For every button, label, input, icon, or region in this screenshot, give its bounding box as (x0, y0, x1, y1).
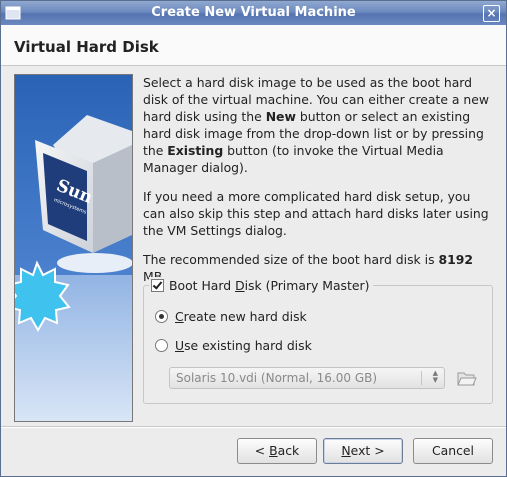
radio-selected-icon[interactable] (155, 310, 168, 323)
description-paragraph-1: Select a hard disk image to be used as t… (143, 75, 490, 175)
use-existing-disk-label: Use existing hard disk (175, 338, 312, 353)
back-button[interactable]: < Back (237, 438, 317, 464)
virtualbox-side-image: Sun microsystems (14, 74, 133, 422)
checkbox-checked-icon[interactable] (151, 278, 164, 292)
description-paragraph-2: If you need a more complicated hard disk… (143, 189, 489, 238)
window-title: Create New Virtual Machine (151, 5, 356, 20)
create-new-disk-label: Create new hard disk (175, 309, 307, 324)
page-title: Virtual Hard Disk (14, 38, 159, 56)
radio-unselected-icon[interactable] (155, 339, 168, 352)
use-existing-disk-radio[interactable]: Use existing hard disk (155, 338, 312, 353)
title-bar[interactable]: Create New Virtual Machine × (1, 1, 506, 25)
description-text: Select a hard disk image to be used as t… (143, 74, 495, 297)
boot-hard-disk-label: Boot Hard Disk (Primary Master) (169, 277, 370, 293)
combo-separator (421, 371, 422, 385)
button-separator (1, 426, 506, 428)
combo-updown-arrow-icon: ▲ ▼ (432, 369, 438, 384)
virtualbox-cube-logo-icon: Sun microsystems (15, 75, 132, 421)
create-new-disk-radio[interactable]: Create new hard disk (155, 309, 307, 324)
existing-disk-select[interactable]: Solaris 10.vdi (Normal, 16.00 GB) ▲ ▼ (169, 367, 445, 389)
cancel-button[interactable]: Cancel (413, 438, 493, 464)
existing-disk-select-value: Solaris 10.vdi (Normal, 16.00 GB) (176, 371, 378, 385)
dialog-window: Create New Virtual Machine × Virtual Har… (0, 0, 507, 477)
close-icon[interactable]: × (483, 5, 500, 22)
boot-hard-disk-checkbox[interactable]: Boot Hard Disk (Primary Master) (149, 277, 374, 293)
next-button[interactable]: Next > (323, 438, 403, 464)
folder-open-icon[interactable] (455, 368, 477, 388)
